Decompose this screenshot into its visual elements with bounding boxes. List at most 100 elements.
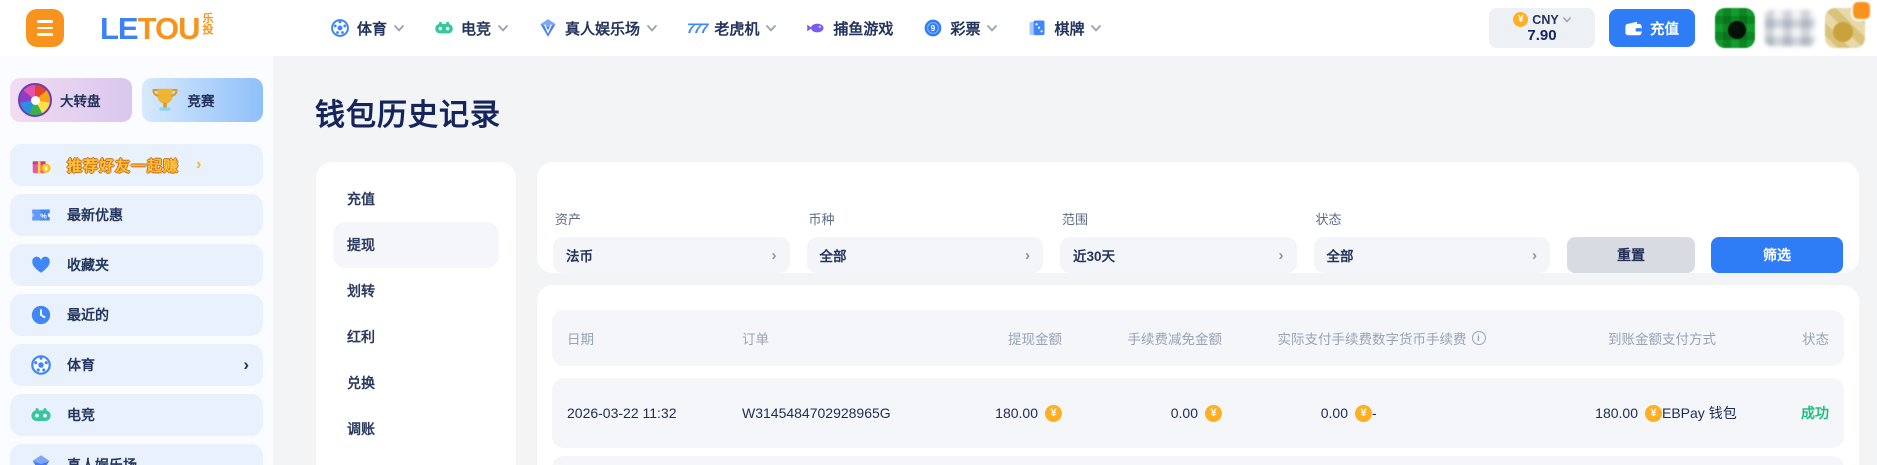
live-casino-icon: [540, 19, 556, 37]
contest-button[interactable]: 竞赛: [141, 78, 263, 122]
chevron-down-icon: [1091, 24, 1102, 32]
table-row-next-partial: [552, 456, 1844, 465]
page-title: 钱包历史记录: [315, 99, 501, 132]
live-casino-icon: [32, 455, 50, 465]
reset-button[interactable]: 重置: [1567, 237, 1695, 273]
cell-withdraw-amount: 180.00 ¥: [995, 404, 1062, 422]
gift-icon: ¥: [32, 161, 51, 174]
asset-select[interactable]: 法币 ›: [553, 237, 790, 273]
cell-date: 2026-03-22 11:32: [567, 405, 677, 421]
slots-777-icon: 777: [687, 20, 708, 36]
sidebar-item-label: 真人娱乐场: [67, 457, 137, 465]
chevron-right-icon: ›: [1025, 246, 1030, 264]
submenu-item-withdraw-active[interactable]: 提现: [333, 222, 499, 268]
gamepad-icon: [31, 408, 51, 421]
col-crypto-fee-label: 数字货币手续费: [1372, 332, 1467, 347]
sidebar-item-label: 电竞: [67, 407, 95, 423]
submenu-item-adjustment[interactable]: 调账: [333, 406, 499, 452]
topbar-right-cluster: ¥ CNY 7.90 充值: [1489, 2, 1870, 48]
nav-label: 捕鱼游戏: [833, 20, 894, 38]
balance-currency: CNY: [1532, 12, 1559, 27]
chevron-right-icon: ›: [1532, 246, 1537, 264]
nav-item-lottery[interactable]: 9 彩票: [923, 18, 998, 39]
nav-label: 电竞: [461, 20, 492, 38]
col-date: 日期: [567, 332, 594, 347]
sidebar-item-recent[interactable]: 最近的: [10, 294, 263, 336]
soccer-icon: [331, 19, 349, 37]
chevron-down-icon: [987, 24, 998, 32]
chevron-right-icon: ›: [243, 355, 249, 374]
cell-status: 成功: [1801, 405, 1829, 421]
svg-text:9: 9: [931, 23, 936, 33]
lottery-ball-icon: 9: [925, 19, 942, 37]
nav-item-slots[interactable]: 777 老虎机: [687, 18, 777, 39]
deposit-button[interactable]: 充值: [1609, 9, 1695, 47]
sidebar-item-esports[interactable]: 电竞: [10, 394, 263, 436]
status-select[interactable]: 全部 ›: [1313, 237, 1550, 273]
left-sidebar: 大转盘 竞赛 ¥ 推荐好友一起赚 › % 最新优惠 收藏夹 最近的 体育 › 电…: [0, 56, 273, 465]
main-content: 钱包历史记录 充值 提现 划转 红利 兑换 调账 资产 法币 › 币种 全部 ›…: [273, 56, 1877, 465]
sidebar-item-live-casino[interactable]: 真人娱乐场: [10, 444, 263, 465]
main-nav: 体育 电竞 真人娱乐场 777 老虎机 捕鱼游戏 9 彩票 棋牌: [330, 0, 1102, 56]
nav-label: 体育: [357, 20, 388, 38]
sidebar-item-sports[interactable]: 体育 ›: [10, 344, 263, 386]
cny-coin-icon: ¥: [1045, 404, 1062, 422]
sidebar-item-favorites[interactable]: 收藏夹: [10, 244, 263, 286]
submenu-item-transfer[interactable]: 划转: [333, 268, 499, 314]
hamburger-menu-button[interactable]: [26, 9, 64, 47]
cny-coin-icon: ¥: [1645, 404, 1662, 422]
svg-text:%: %: [40, 211, 47, 220]
nav-label: 老虎机: [714, 20, 760, 38]
sidebar-item-referral[interactable]: ¥ 推荐好友一起赚 ›: [10, 144, 263, 186]
referral-arrow-icon: ›: [196, 156, 202, 173]
cell-received: 180.00 ¥: [1595, 404, 1662, 422]
gamepad-icon: [435, 21, 453, 34]
top-bar: LE TOU 乐投 体育 电竞 真人娱乐场 777 老虎机 捕鱼游戏 9 彩票 …: [0, 0, 1877, 56]
select-value: 全部: [1326, 249, 1354, 264]
cell-crypto-fee: -: [1372, 405, 1377, 421]
cny-coin-icon: ¥: [1205, 404, 1222, 422]
filter-label: 资产: [555, 212, 582, 227]
currency-select[interactable]: 全部 ›: [806, 237, 1043, 273]
nav-item-poker[interactable]: 棋牌: [1027, 18, 1102, 39]
nav-label: 真人娱乐场: [565, 20, 641, 38]
chevron-down-icon: [766, 24, 777, 32]
lucky-wheel-button[interactable]: 大转盘: [10, 78, 132, 122]
info-icon[interactable]: i: [1471, 331, 1486, 345]
submenu-item-deposit[interactable]: 充值: [333, 176, 499, 222]
table-header: 日期 订单 提现金额 手续费减免金额 实际支付手续费 数字货币手续费 i 到账金…: [552, 310, 1844, 366]
cell-order: W3145484702928965G: [742, 405, 891, 421]
filter-group-currency: 币种 全部 ›: [806, 209, 1043, 273]
nav-item-live-casino[interactable]: 真人娱乐场: [538, 18, 657, 39]
range-select[interactable]: 近30天 ›: [1060, 237, 1297, 273]
sidebar-item-label: 最近的: [67, 307, 109, 323]
submenu-item-bonus[interactable]: 红利: [333, 314, 499, 360]
submenu-item-exchange[interactable]: 兑换: [333, 360, 499, 406]
trophy-icon: [152, 88, 177, 111]
nav-item-sports[interactable]: 体育: [330, 18, 404, 39]
nav-item-fishing[interactable]: 捕鱼游戏: [806, 18, 893, 39]
username-censored[interactable]: [1765, 10, 1815, 46]
vip-avatar[interactable]: [1825, 2, 1870, 48]
filter-label: 状态: [1315, 212, 1342, 227]
select-value: 全部: [819, 249, 847, 264]
sidebar-item-promotions[interactable]: % 最新优惠: [10, 194, 263, 236]
balance-dropdown[interactable]: ¥ CNY 7.90: [1489, 8, 1595, 48]
logo-cn: 乐投: [202, 13, 214, 36]
referral-label: 推荐好友一起赚: [67, 157, 180, 175]
clock-icon: [31, 305, 51, 325]
filter-group-status: 状态 全部 ›: [1313, 209, 1550, 273]
col-method: 支付方式: [1662, 332, 1716, 347]
chevron-down-icon: [394, 24, 404, 32]
nav-item-esports[interactable]: 电竞: [434, 18, 508, 39]
user-avatar[interactable]: [1715, 8, 1755, 48]
letou-logo[interactable]: LE TOU 乐投: [100, 11, 215, 47]
heart-icon: [32, 256, 50, 273]
amount-value: 180.00: [995, 405, 1038, 421]
chevron-down-icon: [498, 24, 508, 32]
select-value: 法币: [566, 249, 593, 264]
filter-label: 币种: [808, 212, 835, 227]
wallet-icon: [1625, 21, 1642, 35]
chevron-right-icon: ›: [771, 246, 777, 264]
filter-button[interactable]: 筛选: [1711, 237, 1843, 273]
